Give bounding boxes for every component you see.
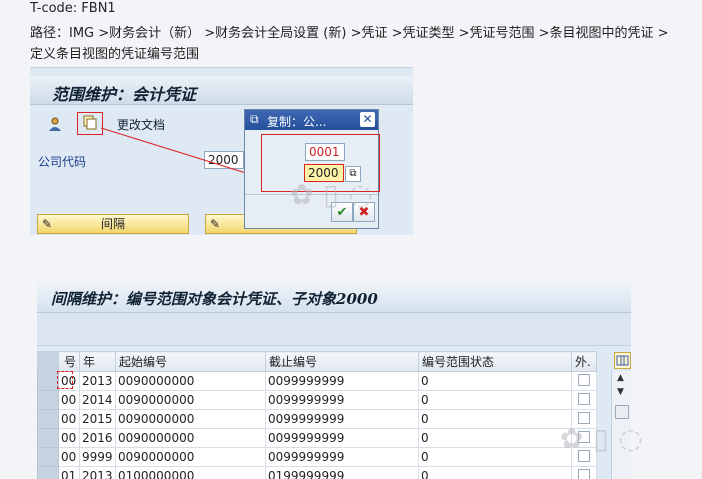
cell-to-number[interactable]: 0099999999 xyxy=(265,409,419,429)
cell-year[interactable]: 2016 xyxy=(79,428,116,448)
screen2-title-bar: 间隔维护：编号范围对象会计凭证、子对象2000 xyxy=(37,283,631,313)
table-row[interactable]: 01 2013 0100000000 0199999999 0 xyxy=(37,466,597,479)
close-icon[interactable]: ✕ xyxy=(360,112,375,127)
cell-to-number[interactable]: 0199999999 xyxy=(265,466,419,479)
external-checkbox[interactable] xyxy=(578,468,590,479)
table-header-row: 号 年 起始编号 截止编号 编号范围状态 外. xyxy=(37,351,597,372)
cell-to-number[interactable]: 0099999999 xyxy=(265,428,419,448)
cell-year[interactable]: 9999 xyxy=(79,447,116,467)
dialog-icon: ⧉ xyxy=(250,112,259,126)
row-selector[interactable] xyxy=(37,447,59,467)
cell-from-number[interactable]: 0090000000 xyxy=(115,409,266,429)
scroll-down-icon[interactable]: ▼ xyxy=(617,387,624,397)
cell-external xyxy=(571,371,597,391)
cell-status[interactable]: 0 xyxy=(418,428,572,448)
cell-from-number[interactable]: 0090000000 xyxy=(115,390,266,410)
screen2-title: 间隔维护：编号范围对象会计凭证、子对象2000 xyxy=(51,290,378,308)
cell-year[interactable]: 2013 xyxy=(79,466,116,479)
col-external[interactable]: 外. xyxy=(571,351,597,372)
row-highlight-box xyxy=(57,371,73,389)
cell-number[interactable]: 00 xyxy=(58,409,80,429)
row-selector[interactable] xyxy=(37,390,59,410)
cell-status[interactable]: 0 xyxy=(418,466,572,479)
dialog-title-bar: ⧉ 复制：公... ✕ xyxy=(245,110,378,130)
col-year[interactable]: 年 xyxy=(79,351,116,372)
cell-status[interactable]: 0 xyxy=(418,371,572,391)
external-checkbox[interactable] xyxy=(578,392,590,405)
interval-table: 号 年 起始编号 截止编号 编号范围状态 外. 00 2013 0090000000… xyxy=(37,351,597,479)
cell-external xyxy=(571,466,597,479)
copy-dialog: ⧉ 复制：公... ✕ 0001 2000 ⧉ ✔ ✖ xyxy=(244,109,380,229)
cell-status[interactable]: 0 xyxy=(418,409,572,429)
cell-year[interactable]: 2013 xyxy=(79,371,116,391)
row-selector[interactable] xyxy=(37,466,59,479)
cell-status[interactable]: 0 xyxy=(418,447,572,467)
scroll-up-icon[interactable]: ▲ xyxy=(617,373,624,383)
cell-to-number[interactable]: 0099999999 xyxy=(265,371,419,391)
cell-from-number[interactable]: 0090000000 xyxy=(115,428,266,448)
col-to-number[interactable]: 截止编号 xyxy=(265,351,419,372)
cell-external xyxy=(571,390,597,410)
dialog-title: 复制：公... xyxy=(267,115,327,129)
cell-number[interactable]: 00 xyxy=(58,390,80,410)
table-row[interactable]: 00 2016 0090000000 0099999999 0 xyxy=(37,428,597,448)
col-status[interactable]: 编号范围状态 xyxy=(418,351,572,372)
watermark-logo: ✿ ▯ ◌ xyxy=(290,178,373,211)
row-selector[interactable] xyxy=(37,409,59,429)
col-number[interactable]: 号 xyxy=(58,351,80,372)
col-from-number[interactable]: 起始编号 xyxy=(115,351,266,372)
table-row[interactable]: 00 2014 0090000000 0099999999 0 xyxy=(37,390,597,410)
column-settings-icon[interactable] xyxy=(614,352,631,369)
cell-from-number[interactable]: 0100000000 xyxy=(115,466,266,479)
cell-status[interactable]: 0 xyxy=(418,390,572,410)
select-all-cell[interactable] xyxy=(37,351,59,372)
watermark-logo-bottom: ✿ ▯ ◌ xyxy=(560,422,643,455)
cell-to-number[interactable]: 0099999999 xyxy=(265,447,419,467)
interval-maintenance-screen: 间隔维护：编号范围对象会计凭证、子对象2000 号 年 起始编号 截止编号 编号… xyxy=(37,283,631,479)
from-company-code-field[interactable]: 0001 xyxy=(305,143,345,161)
cell-to-number[interactable]: 0099999999 xyxy=(265,390,419,410)
row-selector[interactable] xyxy=(37,428,59,448)
table-row[interactable]: 00 2015 0090000000 0099999999 0 xyxy=(37,409,597,429)
cell-from-number[interactable]: 0090000000 xyxy=(115,371,266,391)
external-checkbox[interactable] xyxy=(578,373,590,386)
scroll-thumb[interactable] xyxy=(615,405,629,419)
cell-year[interactable]: 2015 xyxy=(79,409,116,429)
cell-number[interactable]: 00 xyxy=(58,428,80,448)
cell-number[interactable]: 00 xyxy=(58,447,80,467)
cell-from-number[interactable]: 0090000000 xyxy=(115,447,266,467)
cell-number[interactable]: 01 xyxy=(58,466,80,479)
table-row[interactable]: 00 9999 0090000000 0099999999 0 xyxy=(37,447,597,467)
row-selector[interactable] xyxy=(37,371,59,391)
screen2-toolbar xyxy=(37,313,631,346)
table-row[interactable]: 00 2013 0090000000 0099999999 0 xyxy=(37,371,597,391)
cell-year[interactable]: 2014 xyxy=(79,390,116,410)
